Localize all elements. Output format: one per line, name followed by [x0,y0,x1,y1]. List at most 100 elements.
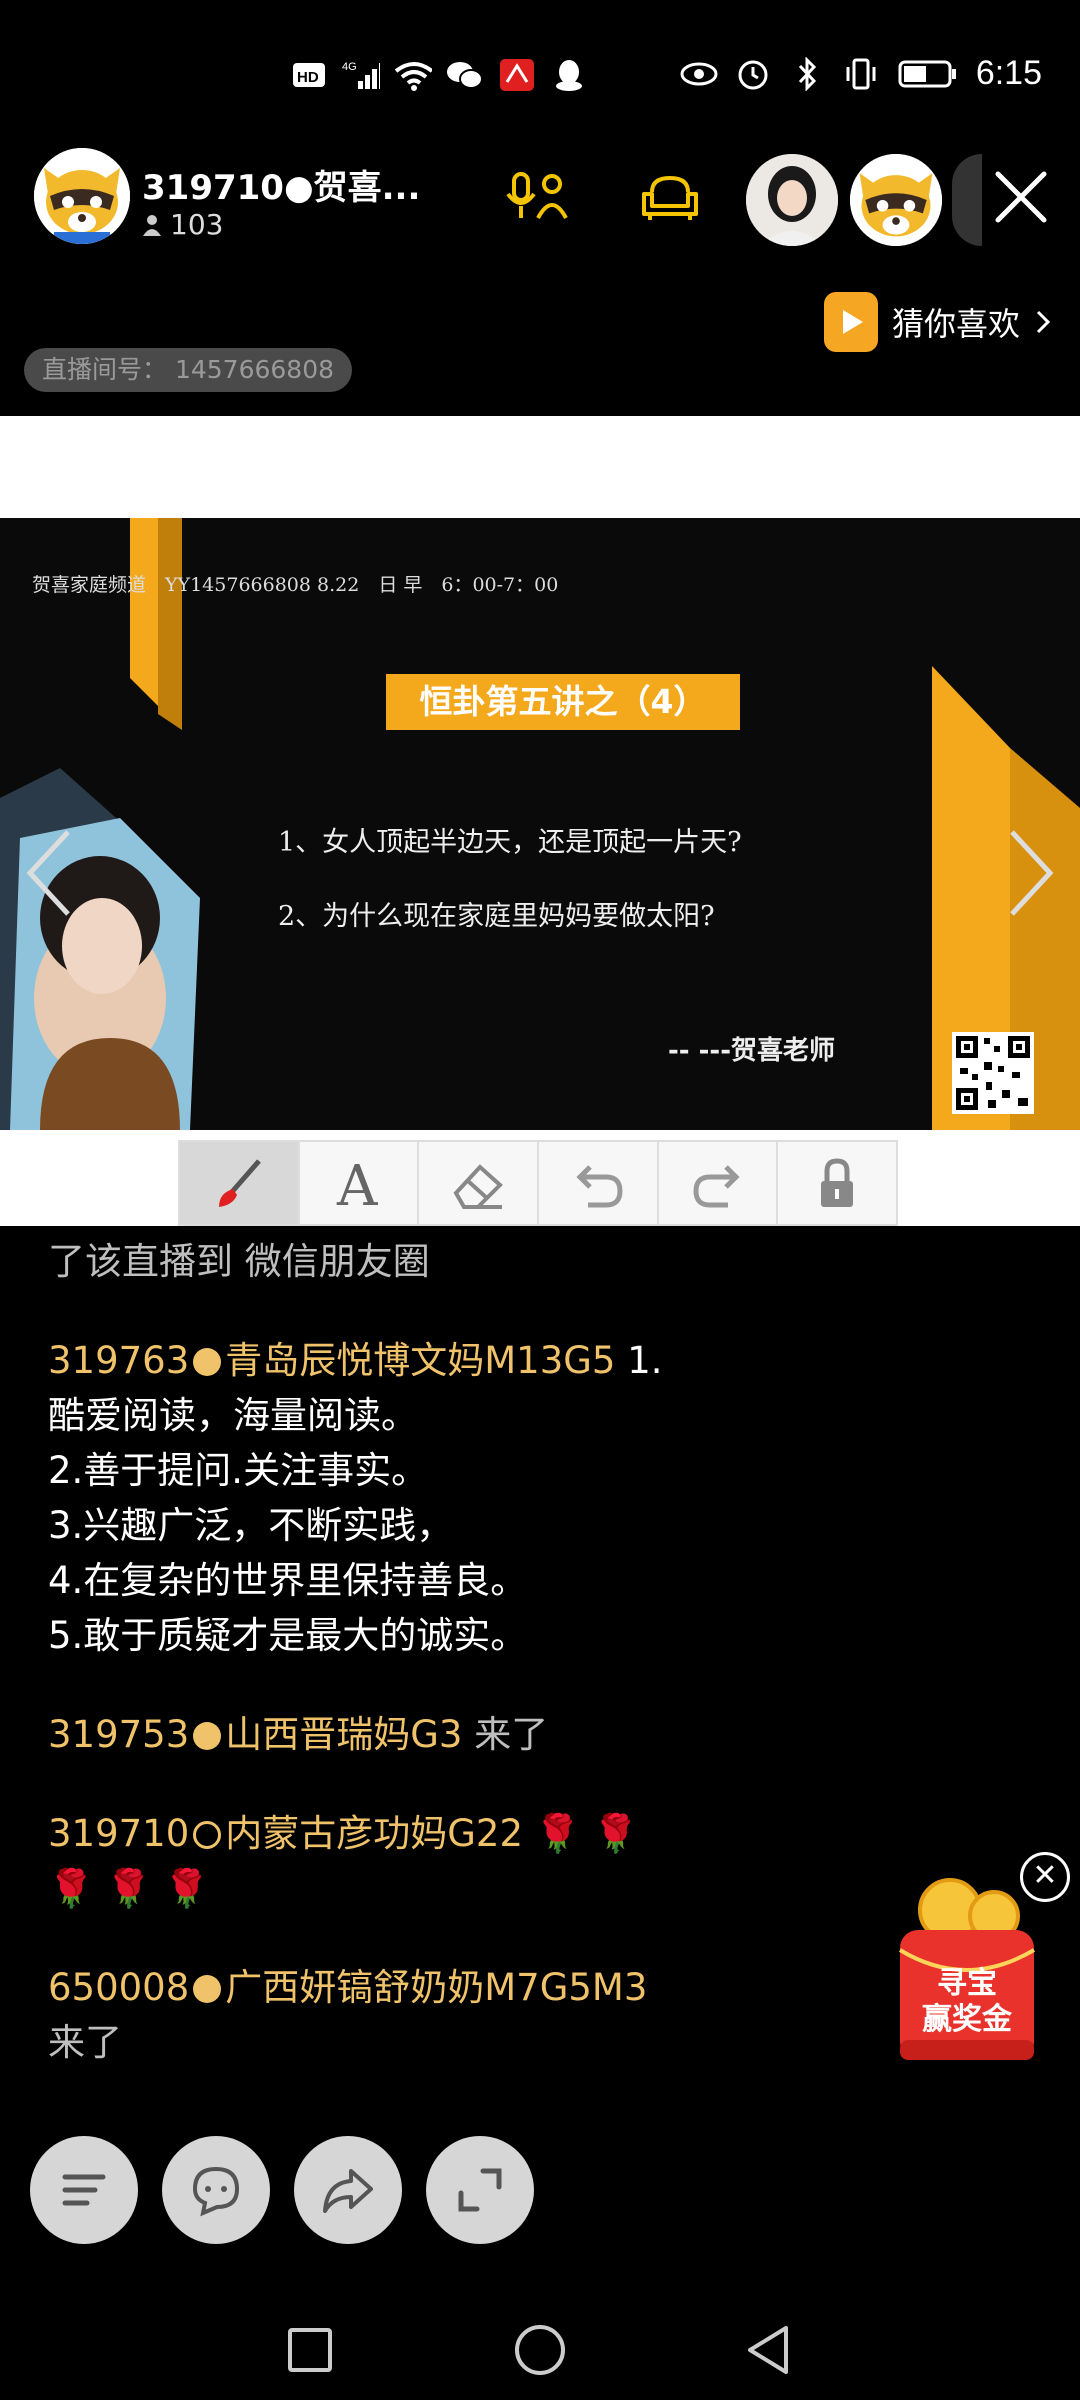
chat-user-id[interactable]: 319753 [48,1713,189,1756]
undo-tool[interactable] [539,1142,659,1224]
viewer-count: 103 [170,208,224,241]
chat-text: 酷爱阅读，海量阅读。 [48,1394,418,1437]
vibrate-icon [842,57,880,91]
chat-text: 2.善于提问.关注事实。 [48,1449,429,1492]
slide-title: 恒卦第五讲之（4） [386,674,740,730]
fullscreen-button[interactable] [426,2136,534,2244]
host-avatar[interactable] [34,148,130,244]
sofa-icon[interactable] [638,170,702,226]
chat-message: 319753 山西晋瑞妈G3 来了 [48,1707,988,1762]
status-left-icons: HD 4G [290,58,588,92]
chat-button[interactable] [162,2136,270,2244]
brush-tool[interactable] [180,1142,300,1224]
presentation-slide[interactable]: 贺喜家庭频道 YY1457666808 8.22 日 早 6：00-7：00 恒… [0,518,1080,1130]
chat-message: 650008 广西妍镐舒奶奶M7G5M3 来了 [48,1960,988,2070]
undo-icon [576,1165,623,1208]
chat-user-id[interactable]: 319763 [48,1339,189,1382]
share-button[interactable] [294,2136,402,2244]
whiteboard-toolbar-row: A [0,1130,1080,1226]
raccoon-avatar-icon [34,148,130,244]
rose-emoji: 🌹 🌹 [523,1812,639,1855]
hd-icon: HD [290,58,328,92]
text-tool[interactable]: A [300,1142,420,1224]
person-icon [143,214,161,236]
chat-text: 4.在复杂的世界里保持善良。 [48,1559,528,1602]
audience-avatar-1[interactable] [746,154,838,246]
treasure-line1: 寻宝 [937,1966,997,2001]
live-header: 319710●贺喜... 103 [0,140,1080,270]
chat-message: 319710 内蒙古彦功妈G22 🌹 🌹 🌹 🌹 🌹 [48,1806,988,1916]
host-name[interactable]: 319710●贺喜... [142,160,420,209]
chat-user-name[interactable]: 广西妍镐舒奶奶M7G5M3 [225,1966,647,2009]
qr-code [952,1032,1034,1114]
home-icon[interactable] [510,2320,570,2380]
guess-label: 猜你喜欢 [891,305,1020,343]
slide-prev-arrow-icon[interactable] [20,818,80,928]
menu-icon [62,2174,106,2206]
app-notification-icon [498,58,536,92]
svg-text:4G: 4G [342,61,357,73]
chat-user-id[interactable]: 650008 [48,1966,189,2009]
badge-dot [193,1348,222,1376]
slide-question-1: 1、女人顶起半边天，还是顶起一片天? [278,827,742,858]
fullscreen-icon [458,2168,502,2212]
status-right-icons: 6:15 [680,54,1042,93]
treasure-button[interactable]: 寻宝 赢奖金 [886,1870,1046,2080]
eraser-tool[interactable] [419,1142,540,1224]
guess-you-like-button[interactable]: 猜你喜欢 [823,292,1052,352]
4g-signal-icon: 4G [342,58,380,92]
eye-icon [680,57,718,91]
menu-button[interactable] [30,2136,138,2244]
lock-tool[interactable] [778,1142,896,1224]
treasure-line2: 赢奖金 [922,2002,1012,2037]
recent-apps-icon[interactable] [280,2320,340,2380]
status-bar: HD 4G 6:15 [0,0,1080,150]
share-arrow-icon [323,2169,373,2213]
wechat-icon [446,58,484,92]
svg-text:HD: HD [297,69,319,86]
audience-avatar-3[interactable] [952,154,982,246]
treasure-text: 寻宝 赢奖金 [900,1966,1034,2038]
eraser-icon [453,1164,504,1209]
chat-text: 1. [615,1339,663,1382]
chat-user-name[interactable]: 青岛辰悦博文妈M13G5 [225,1339,615,1382]
redo-tool[interactable] [659,1142,779,1224]
svg-text:A: A [336,1154,378,1213]
chat-message: 了该直播到 微信朋友圈 [48,1240,430,1283]
qq-icon [550,58,588,92]
chat-text: 3.兴趣广泛，不断实践， [48,1504,454,1547]
play-icon [823,292,878,352]
chat-bubble-icon [192,2166,240,2217]
audience-avatar-2[interactable] [850,154,942,246]
back-icon[interactable] [740,2320,800,2380]
redo-icon [693,1165,740,1208]
slide-teacher: -- ---贺喜老师 [668,1036,836,1066]
chat-user-name[interactable]: 山西晋瑞妈G3 [225,1713,462,1756]
viewer-count-row: 103 [142,208,223,241]
badge-dot [193,1975,222,2003]
slide-info-line: 贺喜家庭频道 YY1457666808 8.22 日 早 6：00-7：00 [32,574,559,596]
chat-list[interactable]: 了该直播到 微信朋友圈 319763 青岛辰悦博文妈M13G5 1. 酷爱阅读，海… [48,1234,988,2114]
chat-text: 来了 [462,1713,549,1756]
chat-user-name[interactable]: 内蒙古彦功妈G22 [225,1812,523,1855]
chat-user-id[interactable]: 319710 [48,1812,189,1855]
badge-dot [193,1821,222,1849]
rose-emoji: 🌹 🌹 🌹 [48,1867,210,1910]
alarm-icon [734,57,772,91]
lock-icon [821,1158,854,1207]
text-icon: A [336,1154,378,1213]
system-nav-bar [0,2290,1080,2400]
whiteboard-toolbar: A [178,1140,898,1226]
chat-text: 5.敢于质疑才是最大的诚实。 [48,1614,528,1657]
mic-link-icon[interactable] [506,170,570,226]
status-time: 6:15 [975,54,1042,92]
woman-avatar-icon [746,154,838,246]
wifi-icon [394,58,432,92]
slide-next-arrow-icon[interactable] [1000,818,1060,928]
battery-icon [896,57,960,91]
badge-dot [193,1722,222,1750]
chat-message: 319763 青岛辰悦博文妈M13G5 1. 酷爱阅读，海量阅读。 2.善于提问.… [48,1333,988,1663]
slide-top-band [0,416,1080,518]
close-icon[interactable] [992,168,1050,226]
slide-question-2: 2、为什么现在家庭里妈妈要做太阳? [278,901,715,932]
